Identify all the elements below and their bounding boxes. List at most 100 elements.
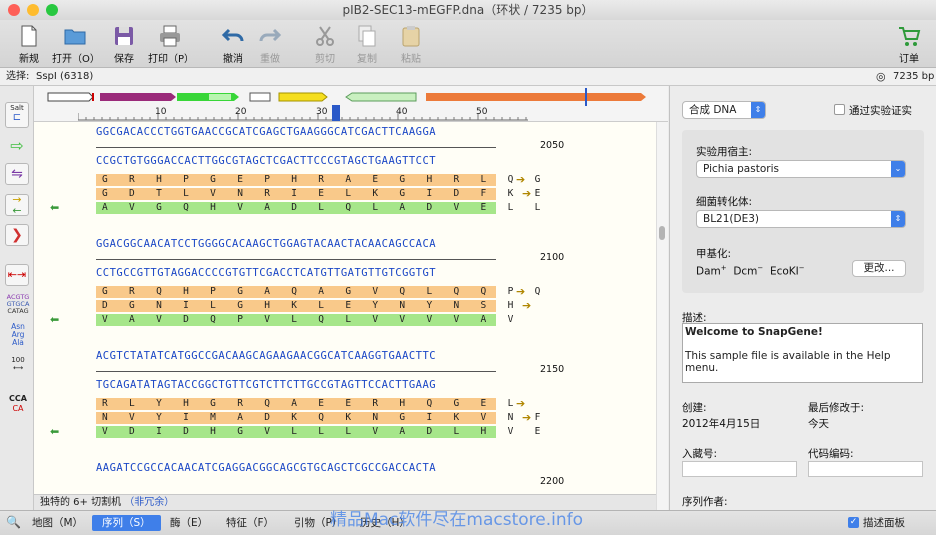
new-button[interactable]: 新规 <box>10 20 48 68</box>
primer-tool[interactable]: CCA CA <box>5 394 31 414</box>
feature-arrow <box>278 92 328 102</box>
tab-map[interactable]: 地图（M） <box>22 515 93 531</box>
new-document-icon <box>21 25 37 47</box>
print-button[interactable]: 打印（P） <box>148 20 194 68</box>
host-box: 实验用宿主: Pichia pastoris ⌄ 细菌转化体: BL21(DE3… <box>682 130 924 293</box>
ruler-tick-label: 50 <box>476 107 488 117</box>
verified-checkbox[interactable] <box>834 104 845 115</box>
copy-button[interactable]: 复制 <box>350 20 384 68</box>
paste-button[interactable]: 粘贴 <box>394 20 428 68</box>
dna-top-strand[interactable]: ACGTCTATATCATGGCCGACAAGCAGAAGAACGGCATCAA… <box>96 350 436 362</box>
code-input[interactable] <box>808 461 923 477</box>
ruler-tick-label: 40 <box>396 107 408 117</box>
sequence-position: 2150 <box>540 364 565 375</box>
cut-button[interactable]: 剪切 <box>310 20 340 68</box>
tab-sequence[interactable]: 序列（S） <box>92 515 161 531</box>
green-arrow-icon: ⇨ <box>10 136 24 155</box>
curve-arrow-icon: ❯ <box>11 227 23 243</box>
sequence-display-tool[interactable]: ACGTG GTGCA CATAG <box>5 294 31 315</box>
translation-frame-3[interactable]: V A V D Q P V L Q L V V V V A V <box>96 314 513 326</box>
redo-arrow-icon <box>259 28 282 42</box>
translation-frame-3[interactable]: V D I D H G V L L L V A D L H V E <box>96 426 540 438</box>
feature-arrow <box>100 93 176 101</box>
feature-map-strip[interactable]: 10 20 30 40 50 <box>34 86 668 122</box>
salt-tool[interactable]: Salt ⊏ <box>5 102 29 128</box>
strain-select[interactable]: BL21(DE3) ⇕ <box>696 210 906 228</box>
dna-top-strand[interactable]: GGCGACACCCTGGTGAACCGCATCGAGCTGAAGGGCATCG… <box>96 126 436 138</box>
description-panel-checkbox[interactable]: ✓ <box>848 517 859 528</box>
description-textarea[interactable]: Welcome to SnapGene! This sample file is… <box>682 323 923 383</box>
description-panel: 合成 DNA ⇕ 通过实验证实 实验用宿主: Pichia pastoris ⌄… <box>669 86 936 510</box>
watermark-text: 精品Mac软件尽在macstore.info <box>330 510 584 530</box>
enzyme-set-link[interactable]: （非冗余） <box>124 497 174 508</box>
title-bar: pIB2-SEC13-mEGFP.dna（环状 / 7235 bp） <box>0 0 936 20</box>
translation-frame-3[interactable]: A V G Q H V A D L Q L A D V E L L <box>96 202 540 214</box>
dna-top-strand[interactable]: GGACGGCAACATCCTGGGGCACAAGCTGGAGTACAACTAC… <box>96 238 436 250</box>
translation-frame-1[interactable]: G R H P G E P H R A E G H R L Q G <box>96 174 540 186</box>
zoom-window-button[interactable] <box>46 4 58 16</box>
feature-arrows[interactable] <box>34 86 668 108</box>
clipboard-icon <box>402 26 420 47</box>
save-button[interactable]: 保存 <box>106 20 142 68</box>
synth-dna-select[interactable]: 合成 DNA ⇕ <box>682 101 766 119</box>
orf-right-arrow-icon: ➔ <box>516 173 526 186</box>
amino-acid-tool[interactable]: Asn Arg Ala <box>5 323 31 347</box>
feature-arrow <box>345 92 417 102</box>
strand-tool[interactable]: ⇋ <box>5 163 29 185</box>
created-value: 2012年4月15日 <box>682 418 761 430</box>
feature-arrow <box>47 92 94 102</box>
translation-tool[interactable]: ❯ <box>5 224 29 246</box>
selection-label: 选择: <box>6 71 30 82</box>
orf-left-arrow-icon: ⬅ <box>50 201 60 214</box>
green-arrow-tool[interactable]: ⇨ <box>5 136 29 158</box>
translation-frame-1[interactable]: R L Y H G R Q A E E R H Q G E L <box>96 398 513 410</box>
orf-right-arrow-icon: ➔ <box>516 397 526 410</box>
close-window-button[interactable] <box>8 4 20 16</box>
ruler-cursor-marker[interactable] <box>332 105 340 121</box>
scissors-icon <box>316 26 334 46</box>
vertical-scrollbar[interactable] <box>656 122 668 510</box>
undo-button[interactable]: 撤消 <box>218 20 248 68</box>
redo-button[interactable]: 重做 <box>255 20 285 68</box>
dna-top-strand[interactable]: AAGATCCGCCACAACATCGAGGACGGCAGCGTGCAGCTCG… <box>96 462 436 474</box>
dna-bottom-strand[interactable]: CCTGCCGTTGTAGGACCCCGTGTTCGACCTCATGTTGATG… <box>96 267 436 279</box>
dna-bottom-strand[interactable]: TGCAGATATAGTACCGGCTGTTCGTCTTCTTGCCGTAGTT… <box>96 379 436 391</box>
sequence-position: 2100 <box>540 252 565 263</box>
selection-value: SspI (6318) <box>36 71 94 82</box>
host-select[interactable]: Pichia pastoris ⌄ <box>696 160 906 178</box>
enzyme-set-label: 独特的 6+ 切割机 <box>40 497 122 508</box>
dna-bottom-strand[interactable]: CCGCTGTGGGACCACTTGGCGTAGCTCGACTTCCCGTAGC… <box>96 155 436 167</box>
tab-features[interactable]: 特征（F） <box>216 515 284 531</box>
copy-icon <box>358 25 376 47</box>
strand-separator <box>96 147 496 148</box>
ruler-tick-label: 20 <box>235 107 247 117</box>
translation-frame-2[interactable]: G D T L V N R I E L K G I D F K E <box>96 188 540 200</box>
feature-arrow <box>426 93 646 101</box>
orf-right-arrow-icon: ➔ <box>522 411 532 424</box>
modified-label: 最后修改于: <box>808 402 865 414</box>
search-icon[interactable]: 🔍 <box>6 515 21 529</box>
orf-tool[interactable]: → ← <box>5 194 29 216</box>
feature-marker <box>92 93 94 101</box>
minimize-window-button[interactable] <box>27 4 39 16</box>
methylation-label: 甲基化: <box>696 248 732 260</box>
restriction-tool[interactable]: ⇤⇥ <box>5 264 29 286</box>
circular-plasmid-icon: ◎ <box>876 70 886 83</box>
sequence-view[interactable]: GGCGACACCCTGGTGAACCGCATCGAGCTGAAGGGCATCG… <box>34 122 656 494</box>
window-title: pIB2-SEC13-mEGFP.dna（环状 / 7235 bp） <box>342 3 594 17</box>
shopping-cart-icon <box>899 27 921 46</box>
orf-arrows-icon: → ← <box>12 193 22 217</box>
verified-label: 通过实验证实 <box>849 105 912 117</box>
left-tool-palette: Salt ⊏ ⇨ ⇋ → ← ❯ ⇤⇥ ACGTG GTGCA CATAG Asn… <box>0 86 34 510</box>
methylation-values: Dam+ Dcm− EcoKI− <box>696 264 805 278</box>
scale-tool[interactable]: 100 ⟷ <box>5 356 31 372</box>
order-button[interactable]: 订单 <box>894 20 924 68</box>
translation-frame-2[interactable]: N V Y I M A D K Q K N G I K V N F <box>96 412 540 424</box>
translation-frame-2[interactable]: D G N I L G H K L E Y N Y N S H <box>96 300 513 312</box>
scroll-thumb[interactable] <box>659 226 665 240</box>
accession-input[interactable] <box>682 461 797 477</box>
translation-frame-1[interactable]: G R Q H P G A Q A G V Q L Q Q P Q <box>96 286 540 298</box>
open-button[interactable]: 打开（O） <box>52 20 100 68</box>
tab-enzymes[interactable]: 酶（E） <box>160 515 218 531</box>
change-button[interactable]: 更改... <box>852 260 906 277</box>
